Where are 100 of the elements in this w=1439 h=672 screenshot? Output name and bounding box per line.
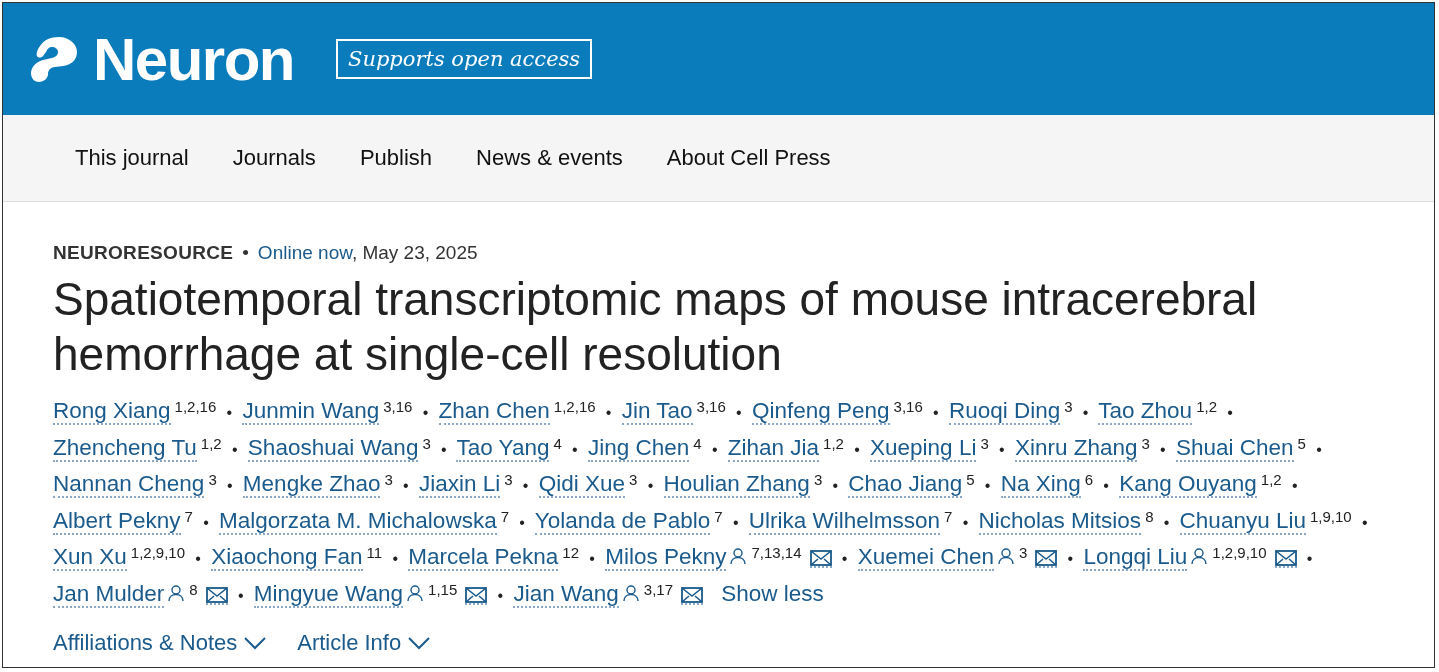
affiliation-numbers: 3 — [980, 434, 989, 452]
author-link[interactable]: Longqi Liu — [1083, 544, 1188, 572]
author-link[interactable]: Rong Xiang — [53, 398, 171, 425]
expand-toggle[interactable]: Affiliations & Notes — [53, 629, 268, 656]
author-link[interactable]: Xiaochong Fan — [211, 544, 363, 572]
email-icon[interactable] — [205, 586, 228, 605]
author-link[interactable]: Shaoshuai Wang — [247, 434, 419, 462]
email-icon[interactable] — [465, 586, 488, 605]
author-link[interactable]: Qidi Xue — [538, 471, 626, 499]
affiliation-numbers: 1,2 — [1196, 398, 1217, 415]
bullet-separator: • — [195, 550, 201, 568]
author-link[interactable]: Nannan Cheng — [53, 471, 205, 499]
affiliation-numbers: 3 — [208, 471, 217, 489]
bullet-separator: • — [232, 440, 238, 458]
affiliation-numbers: 3 — [1141, 434, 1150, 452]
author-link[interactable]: Xun Xu — [53, 544, 127, 572]
author-link[interactable]: Tao Zhou — [1098, 398, 1193, 425]
author-link[interactable]: Albert Pekny — [53, 507, 181, 535]
nav-link[interactable]: Publish — [359, 145, 433, 171]
author-link[interactable]: Tao Yang — [456, 434, 550, 462]
affiliation-numbers: 7 — [184, 507, 193, 525]
email-icon[interactable] — [681, 586, 704, 605]
expand-toggle[interactable]: Article Info — [297, 629, 432, 656]
author-link[interactable]: Mingyue Wang — [253, 580, 404, 608]
chevron-down-icon — [407, 635, 432, 650]
author-link[interactable]: Zihan Jia — [727, 434, 820, 462]
author-link[interactable]: Jing Chen — [587, 434, 690, 462]
author-link[interactable]: Houlian Zhang — [663, 471, 810, 499]
bullet-separator: • — [1361, 513, 1368, 531]
person-icon — [621, 583, 640, 602]
author-link[interactable]: Xueping Li — [870, 434, 977, 462]
bullet-separator: • — [203, 513, 209, 531]
affiliation-numbers: 3 — [813, 471, 823, 489]
affiliation-numbers: 1,2 — [1260, 471, 1282, 489]
author-link[interactable]: Ruoqi Ding — [948, 398, 1061, 425]
affiliation-numbers: 1,2,16 — [553, 398, 596, 415]
author-link[interactable]: Zhan Chen — [438, 398, 550, 425]
bullet-separator: • — [519, 513, 525, 531]
affiliation-numbers: 8 — [1145, 507, 1154, 525]
bullet-separator: • — [1160, 440, 1166, 458]
nav-link[interactable]: About Cell Press — [666, 145, 831, 171]
nav-link[interactable]: This journal — [75, 145, 189, 171]
author-link[interactable]: Jin Tao — [621, 398, 693, 425]
author-link[interactable]: Jian Wang — [513, 580, 619, 608]
nav-link[interactable]: Journals — [232, 145, 316, 171]
open-access-badge: Supports open access — [336, 39, 593, 79]
author-link[interactable]: Marcela Pekna — [408, 544, 559, 572]
affiliation-numbers: 1,2 — [823, 434, 844, 452]
bullet-separator: • — [736, 404, 742, 421]
author-link[interactable]: Xinru Zhang — [1014, 434, 1138, 462]
author-link[interactable]: Ulrika Wilhelmsson — [748, 507, 941, 535]
email-icon[interactable] — [809, 550, 832, 569]
author-link[interactable]: Milos Pekny — [605, 544, 727, 572]
affiliation-numbers: 3 — [422, 434, 431, 452]
author-link[interactable]: Shuai Chen — [1175, 434, 1294, 462]
affiliation-numbers: 3,16 — [383, 398, 413, 415]
article-type: NEURORESOURCE — [53, 242, 234, 264]
nav-link[interactable]: News & events — [476, 145, 623, 171]
bullet-separator: • — [403, 477, 409, 495]
bullet-separator: • — [572, 440, 578, 458]
email-icon[interactable] — [1035, 550, 1058, 569]
author-link[interactable]: Jan Mulder — [53, 580, 165, 608]
bullet-separator: • — [647, 477, 654, 495]
bullet-separator: • — [392, 550, 398, 568]
bullet-separator: • — [1082, 404, 1089, 421]
bullet-separator: • — [441, 440, 447, 458]
bullet-separator: • — [962, 513, 969, 531]
affiliation-numbers: 4 — [553, 434, 562, 452]
email-icon[interactable] — [1274, 550, 1297, 569]
author-link[interactable]: Junmin Wang — [242, 398, 380, 425]
person-icon — [1190, 547, 1209, 566]
bullet-separator: • — [854, 440, 860, 458]
author-link[interactable]: Jiaxin Li — [418, 471, 501, 499]
show-less-link[interactable]: Show less — [721, 580, 824, 606]
bullet-separator: • — [933, 404, 939, 421]
author-link[interactable]: Chuanyu Liu — [1179, 507, 1306, 535]
affiliation-numbers: 6 — [1084, 471, 1094, 489]
author-link[interactable]: Malgorzata M. Michalowska — [219, 507, 497, 535]
online-now-link[interactable]: Online now — [257, 242, 352, 263]
bullet-separator: • — [522, 477, 529, 495]
bullet-separator: • — [832, 477, 839, 495]
bullet-separator: • — [999, 440, 1005, 458]
author-link[interactable]: Zhencheng Tu — [53, 434, 197, 462]
author-link[interactable]: Xuemei Chen — [857, 544, 994, 572]
bullet-separator: • — [1067, 550, 1074, 568]
affiliation-numbers: 5 — [1297, 434, 1306, 452]
author-link[interactable]: Qinfeng Peng — [751, 398, 890, 425]
author-link[interactable]: Chao Jiang — [848, 471, 963, 499]
affiliation-numbers: 7 — [714, 507, 723, 525]
author-link[interactable]: Na Xing — [1000, 471, 1081, 499]
affiliation-numbers: 3 — [1064, 398, 1073, 415]
bullet-separator: • — [1227, 404, 1233, 421]
author-link[interactable]: Kang Ouyang — [1119, 471, 1257, 499]
affiliation-numbers: 3 — [1019, 544, 1028, 562]
affiliation-numbers: 1,2,9,10 — [1212, 544, 1267, 562]
author-link[interactable]: Mengke Zhao — [242, 471, 381, 499]
author-link[interactable]: Yolanda de Pablo — [534, 507, 711, 535]
author-link[interactable]: Nicholas Mitsios — [978, 507, 1142, 535]
bullet-separator: • — [605, 404, 612, 421]
journal-name[interactable]: Neuron — [93, 24, 294, 94]
